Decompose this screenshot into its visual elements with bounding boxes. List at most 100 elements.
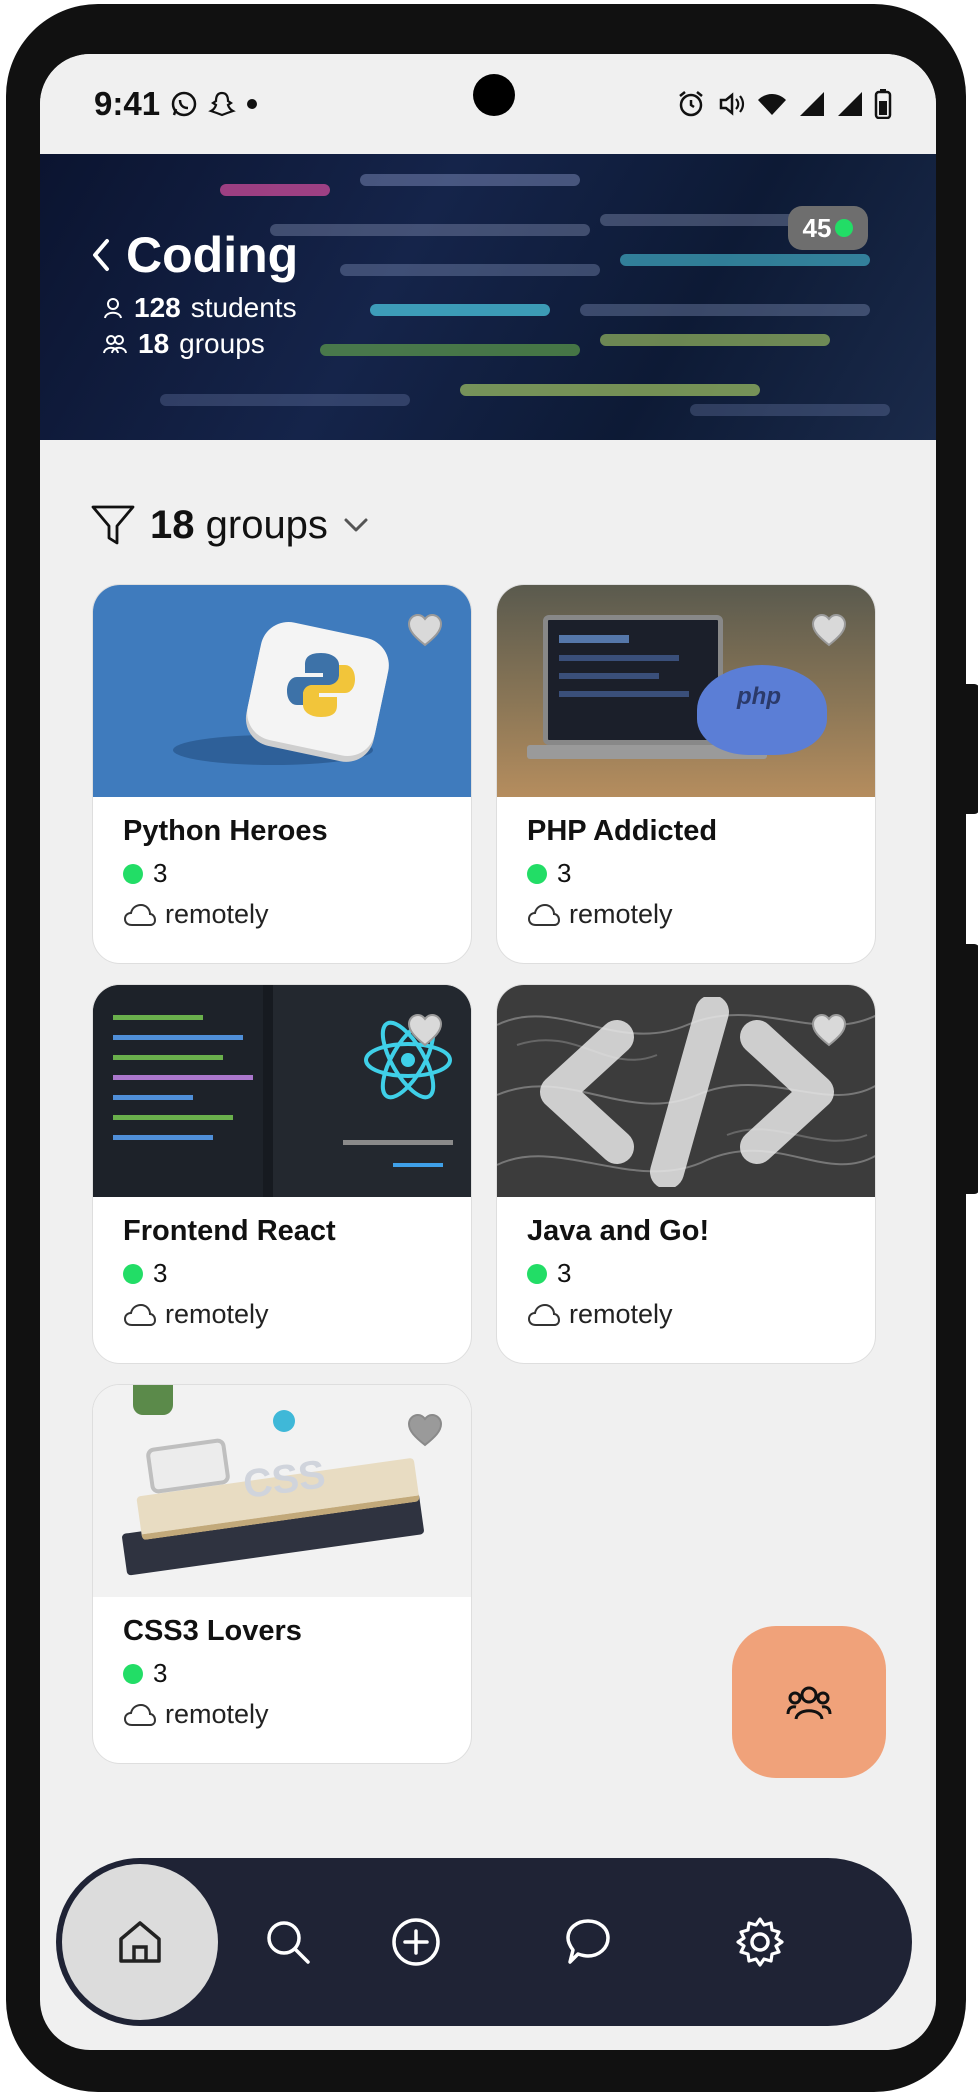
group-image-python	[93, 585, 471, 797]
group-location: remotely	[527, 1299, 855, 1330]
group-title: Python Heroes	[123, 815, 328, 847]
group-icon	[103, 335, 127, 354]
dot-icon	[247, 99, 258, 109]
create-group-button[interactable]	[732, 1626, 886, 1778]
nav-chat[interactable]	[548, 1902, 628, 1982]
favorite-heart-icon[interactable]	[811, 613, 847, 647]
group-card-body: PHP Addicted 3 remotely	[527, 815, 855, 930]
online-dot-icon	[527, 863, 547, 884]
favorite-heart-icon[interactable]	[407, 1413, 443, 1447]
favorite-heart-icon[interactable]	[407, 1013, 443, 1047]
group-location-text: remotely	[165, 899, 269, 929]
cloud-icon	[123, 1703, 157, 1726]
online-dot-icon	[835, 219, 854, 237]
header-banner: Coding 128 students 18 groups 45	[40, 154, 936, 440]
group-card[interactable]: Frontend React 3 remotely	[92, 984, 472, 1364]
group-title: CSS3 Lovers	[123, 1615, 302, 1647]
filter-count: 18	[150, 502, 195, 547]
code-brackets-icon	[540, 997, 834, 1187]
signal-icon	[800, 92, 824, 116]
home-icon	[119, 1921, 161, 1963]
volume-button	[964, 944, 978, 1194]
group-image-php: php	[497, 585, 875, 797]
power-button	[964, 684, 978, 814]
students-count: 128	[134, 292, 181, 323]
group-online-count: 3	[557, 858, 572, 888]
bottom-nav	[56, 1858, 912, 2026]
group-online: 3	[123, 1658, 451, 1689]
group-image-react	[93, 985, 471, 1197]
nav-search[interactable]	[248, 1902, 328, 1982]
online-dot-icon	[123, 1263, 143, 1284]
group-online: 3	[527, 858, 855, 889]
group-card[interactable]: php PHP Addicted 3 remotely	[496, 584, 876, 964]
settings-icon	[736, 1917, 784, 1967]
page-title-text: Coding	[126, 227, 299, 283]
group-location-text: remotely	[569, 1299, 673, 1329]
group-image-code-brackets	[497, 985, 875, 1197]
group-online: 3	[123, 1258, 451, 1289]
group-online-count: 3	[153, 1658, 168, 1688]
group-online: 3	[527, 1258, 855, 1289]
person-icon	[104, 298, 122, 319]
filter-label: groups	[205, 502, 328, 547]
group-card-body: Frontend React 3 remotely	[123, 1215, 451, 1330]
nav-home[interactable]	[62, 1864, 218, 2020]
search-icon	[267, 1921, 310, 1964]
online-dot-icon	[123, 863, 143, 884]
back-chevron-icon[interactable]	[90, 237, 112, 273]
groups-label: groups	[179, 328, 265, 359]
add-icon	[392, 1918, 440, 1966]
status-left: 9:41	[94, 85, 258, 123]
signal-icon	[838, 92, 862, 116]
cloud-icon	[527, 903, 561, 926]
filter-dropdown[interactable]: 18 groups	[90, 502, 370, 548]
students-meta: 128 students	[102, 292, 297, 324]
page-title: Coding	[90, 226, 298, 284]
alarm-icon	[679, 91, 703, 117]
group-online: 3	[123, 858, 451, 889]
cloud-icon	[123, 903, 157, 926]
group-location: remotely	[123, 1699, 451, 1730]
students-label: students	[190, 292, 297, 323]
snapchat-icon	[208, 91, 236, 117]
online-dot-icon	[123, 1663, 143, 1684]
status-right	[676, 89, 892, 119]
online-count: 45	[802, 212, 832, 243]
group-title: Frontend React	[123, 1215, 336, 1247]
phone-frame: 9:41 Coding 128 students 18 groups 45 18…	[6, 4, 978, 2092]
group-image-css-books: CSS	[93, 1385, 471, 1597]
favorite-heart-icon[interactable]	[811, 1013, 847, 1047]
group-location: remotely	[123, 899, 451, 930]
wifi-icon	[758, 94, 786, 115]
status-time: 9:41	[94, 85, 161, 122]
group-location: remotely	[123, 1299, 451, 1330]
online-count-badge: 45	[788, 206, 868, 250]
group-online-count: 3	[557, 1258, 572, 1288]
groups-meta: 18 groups	[102, 328, 265, 360]
group-card-body: Python Heroes 3 remotely	[123, 815, 451, 930]
group-location: remotely	[527, 899, 855, 930]
group-card[interactable]: CSS CSS3 Lovers 3 remotely	[92, 1384, 472, 1764]
battery-icon	[874, 89, 892, 119]
group-online-count: 3	[153, 1258, 168, 1288]
chevron-down-icon	[344, 518, 368, 532]
online-dot-icon	[527, 1263, 547, 1284]
groups-count: 18	[138, 328, 170, 359]
nav-settings[interactable]	[720, 1902, 800, 1982]
front-camera	[473, 74, 515, 116]
screen: 9:41 Coding 128 students 18 groups 45 18…	[40, 54, 936, 2050]
group-location-text: remotely	[165, 1699, 269, 1729]
group-card[interactable]: Python Heroes 3 remotely	[92, 584, 472, 964]
chat-icon	[566, 1919, 610, 1964]
group-card[interactable]: Java and Go! 3 remotely	[496, 984, 876, 1364]
group-card-body: CSS3 Lovers 3 remotely	[123, 1615, 451, 1730]
python-logo-icon	[287, 653, 355, 717]
group-card-body: Java and Go! 3 remotely	[527, 1215, 855, 1330]
whatsapp-icon	[171, 91, 197, 117]
group-title: Java and Go!	[527, 1215, 710, 1247]
group-location-text: remotely	[569, 899, 673, 929]
nav-add[interactable]	[376, 1902, 456, 1982]
group-location-text: remotely	[165, 1299, 269, 1329]
favorite-heart-icon[interactable]	[407, 613, 443, 647]
